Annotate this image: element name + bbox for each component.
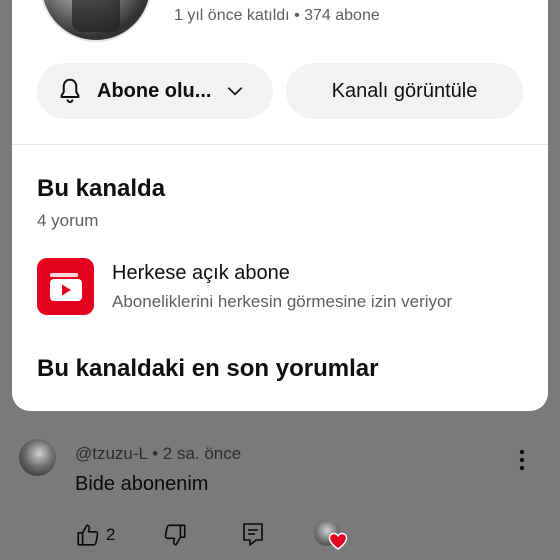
heart-icon xyxy=(328,532,348,550)
view-channel-button[interactable]: Kanalı görüntüle xyxy=(286,63,523,119)
comment-meta: @tzuzu-L • 2 sa. önce xyxy=(75,444,242,463)
comment-author-avatar[interactable] xyxy=(19,439,56,476)
divider xyxy=(12,144,548,145)
thumb-down-icon[interactable] xyxy=(162,522,188,548)
channel-joined-subscribers: 1 yıl önce katıldı • 374 abone xyxy=(174,7,380,24)
recent-comments-title: Bu kanaldaki en son yorumlar xyxy=(37,355,379,382)
subscribe-button[interactable]: Abone olu... xyxy=(37,63,273,119)
like-count: 2 xyxy=(106,525,116,544)
comments-count: 4 yorum xyxy=(37,211,99,230)
bell-icon xyxy=(60,78,80,103)
play-icon xyxy=(50,273,82,301)
public-subscriber-description: Aboneliklerini herkesin görmesine izin v… xyxy=(112,292,453,311)
creator-heart-badge xyxy=(314,520,348,552)
chevron-down-icon xyxy=(228,87,243,96)
subscribe-label: Abone olu... xyxy=(97,79,212,102)
more-vert-icon[interactable] xyxy=(512,448,532,472)
comment-text: Bide abonenim xyxy=(75,473,209,495)
view-channel-label: Kanalı görüntüle xyxy=(331,79,478,102)
channel-info-sheet: 1 yıl önce katıldı • 374 abone Abone olu… xyxy=(12,0,548,411)
thumb-up-icon[interactable] xyxy=(75,522,101,548)
public-subscriber-title: Herkese açık abone xyxy=(112,262,290,284)
reply-icon[interactable] xyxy=(241,521,265,547)
public-subscriptions-icon xyxy=(37,258,94,315)
channel-avatar[interactable] xyxy=(40,0,152,42)
on-channel-title: Bu kanalda xyxy=(37,175,166,202)
